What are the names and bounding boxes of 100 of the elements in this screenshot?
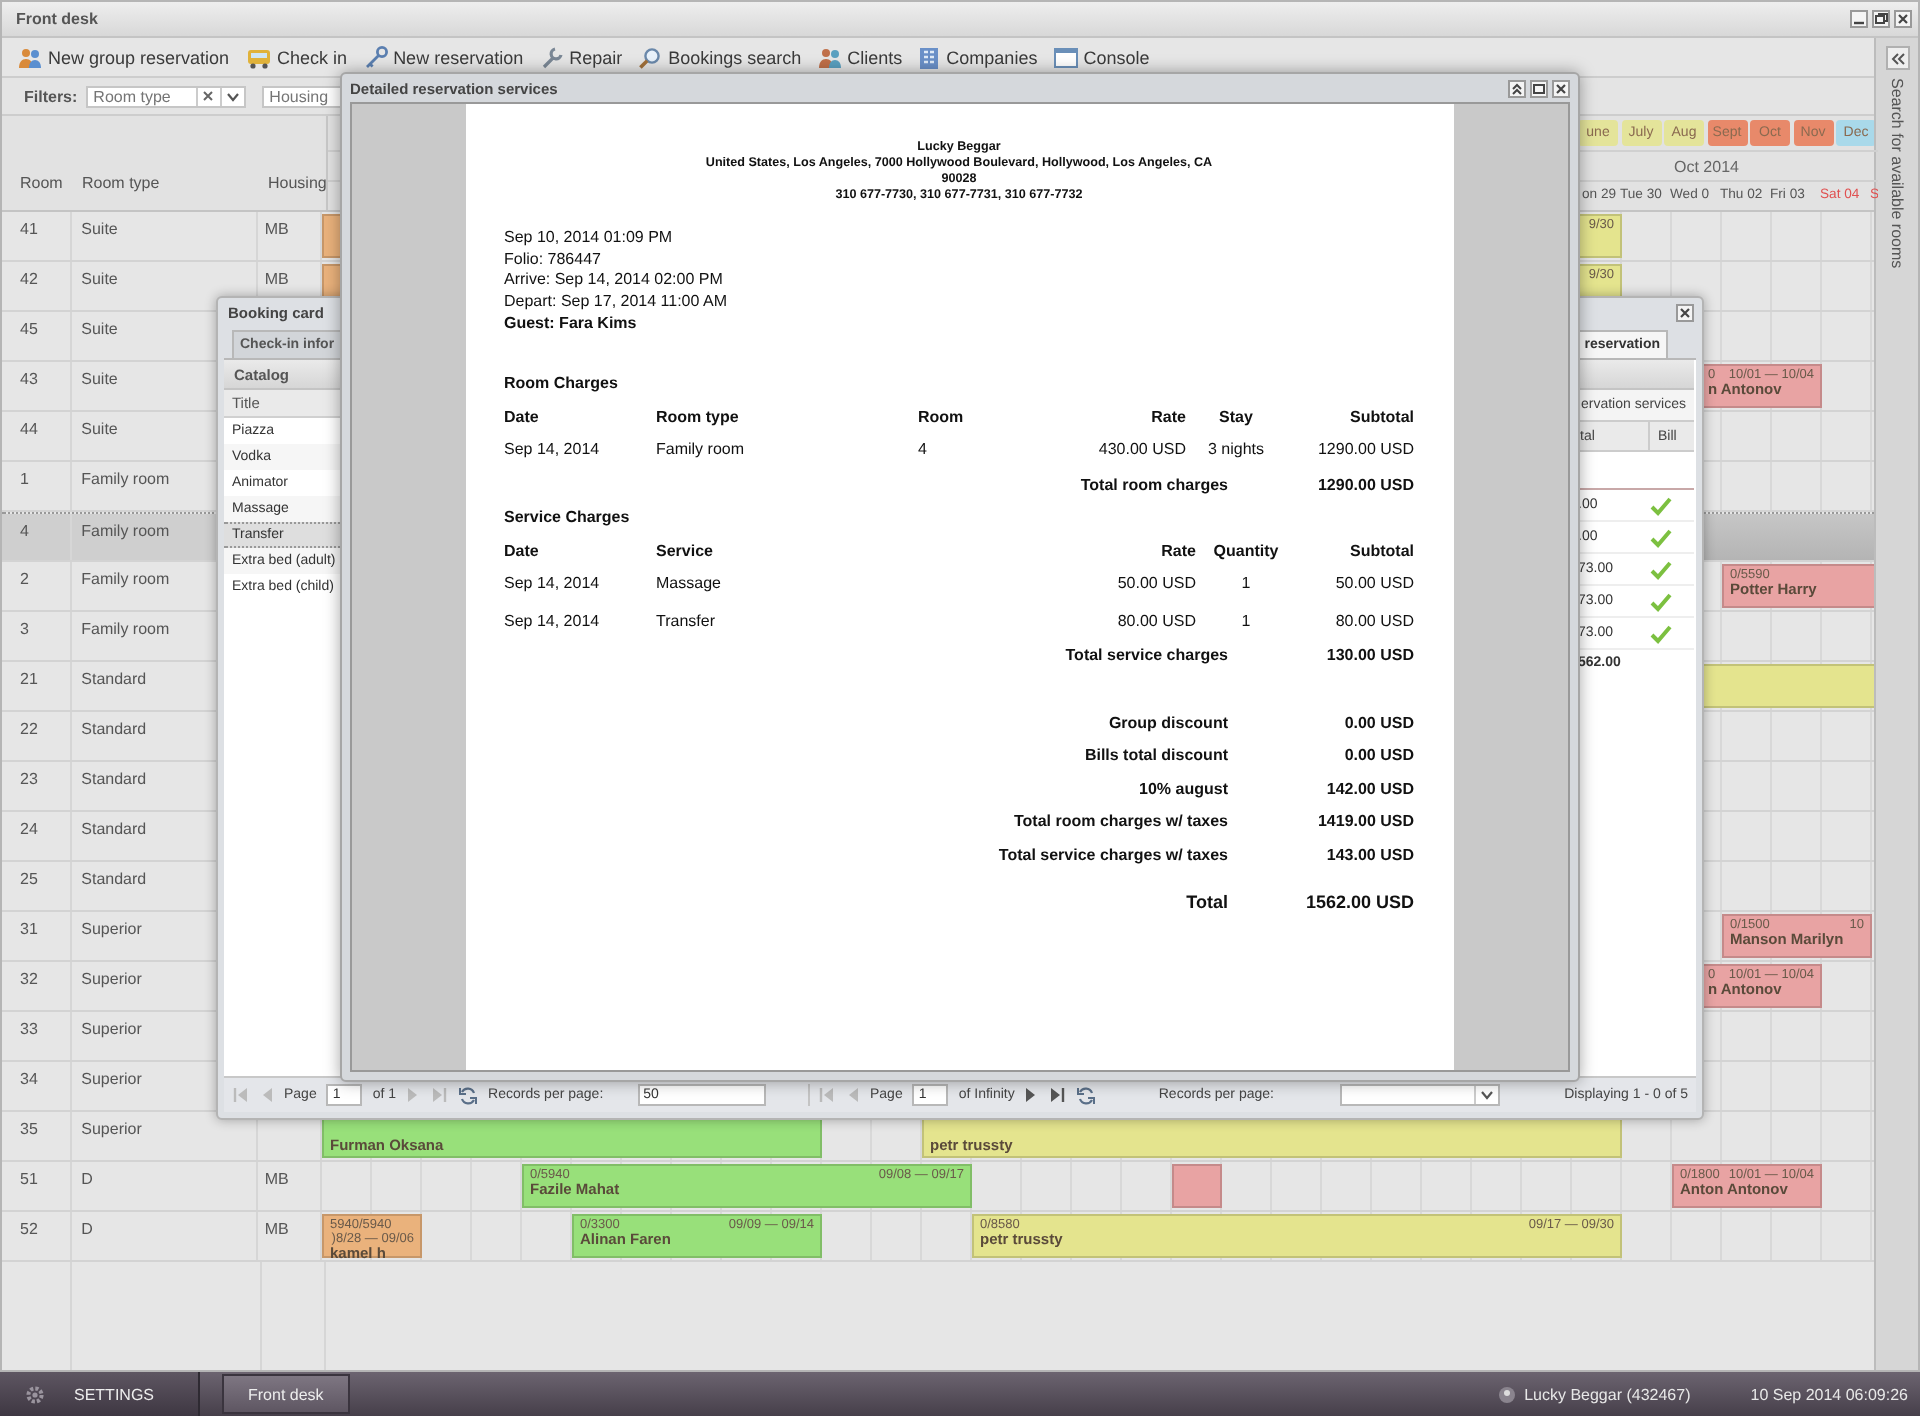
room-number[interactable]: 43: [2, 362, 72, 410]
total-label: Total room charges: [1078, 475, 1228, 493]
toolbar-button[interactable]: Check in: [245, 45, 348, 69]
section-title: Service Charges: [504, 508, 632, 528]
column-header: Stay: [1217, 407, 1255, 425]
room-number[interactable]: 33: [2, 1012, 72, 1060]
room-number[interactable]: 52: [2, 1212, 72, 1260]
settings-button[interactable]: SETTINGS: [0, 1372, 200, 1416]
maximize-icon[interactable]: [1530, 79, 1548, 97]
room-number[interactable]: 25: [2, 862, 72, 910]
folio-info: Arrive: Sep 14, 2014 02:00 PM: [504, 270, 725, 291]
table-cell-text: 1290.00 USD: [1315, 439, 1414, 457]
summary-label: Total service charges w/ taxes: [996, 845, 1228, 863]
table-cell-text: Sep 14, 2014: [504, 611, 602, 629]
folio-info: Sep 10, 2014 01:09 PM: [504, 228, 675, 249]
table-cell-text: Massage: [656, 573, 723, 591]
refresh-icon[interactable]: [1076, 1085, 1097, 1105]
room-number[interactable]: 31: [2, 912, 72, 960]
table-cell-text: 80.00 USD: [1115, 611, 1196, 629]
guest-name: Guest: Fara Kims: [504, 314, 639, 332]
total-value: 1290.00 USD: [1315, 475, 1414, 493]
room-number[interactable]: 51: [2, 1162, 72, 1210]
room-number[interactable]: 22: [2, 712, 72, 760]
summary-value: 0.00 USD: [1342, 713, 1414, 731]
toolbar-button[interactable]: Clients: [817, 45, 903, 69]
room-number[interactable]: 34: [2, 1062, 72, 1110]
table-cell-text: 1: [1239, 573, 1253, 591]
room-type: D: [71, 1162, 259, 1210]
room-number[interactable]: 3: [2, 612, 72, 660]
toolbar-button[interactable]: Repair: [539, 45, 623, 69]
table-cell-text: 80.00 USD: [1333, 611, 1414, 629]
double-chevron-icon: [1889, 51, 1905, 65]
column-header: Rate: [1149, 407, 1186, 425]
expand-button[interactable]: [1885, 46, 1909, 70]
close-icon[interactable]: [1894, 10, 1912, 28]
summary-label: Bills total discount: [1082, 746, 1228, 764]
table-cell-text: Transfer: [656, 611, 717, 629]
room-number[interactable]: 1: [2, 462, 72, 510]
summary-label: Total room charges w/ taxes: [1012, 812, 1228, 830]
close-icon[interactable]: [1676, 303, 1694, 321]
room-number[interactable]: 44: [2, 412, 72, 460]
room-number[interactable]: 4: [2, 514, 72, 560]
next-page-icon[interactable]: [1024, 1086, 1039, 1104]
table-cell-text: 3 nights: [1205, 439, 1267, 457]
window-title: Front desk: [16, 10, 100, 28]
column-header: Quantity: [1211, 541, 1281, 559]
grand-total-value: 1562.00 USD: [1303, 892, 1414, 912]
room-number[interactable]: 35: [2, 1112, 72, 1160]
wrench-icon: [539, 45, 564, 69]
folio-info: Folio: 786447: [504, 249, 603, 270]
restore-icon[interactable]: [1872, 10, 1890, 28]
room-number[interactable]: 21: [2, 662, 72, 710]
table-cell-text: 50.00 USD: [1115, 573, 1196, 591]
caret-icon[interactable]: [225, 91, 240, 101]
column-header: Room: [918, 407, 966, 425]
room-number[interactable]: 42: [2, 262, 72, 310]
close-icon[interactable]: [1552, 79, 1570, 97]
user-name: Lucky Beggar (432467): [1524, 1385, 1691, 1403]
toolbar-button[interactable]: Console: [1053, 45, 1150, 69]
clear-icon[interactable]: [202, 90, 215, 102]
people-icon: [817, 45, 842, 69]
toolbar-button[interactable]: Bookings search: [638, 45, 802, 69]
window-icon: [1053, 45, 1078, 69]
room-number[interactable]: 24: [2, 812, 72, 860]
summary-value: 142.00 USD: [1324, 779, 1414, 797]
last-page-icon[interactable]: [1048, 1086, 1067, 1104]
room-number[interactable]: 41: [2, 212, 72, 260]
month-title: Oct 2014: [1674, 157, 1739, 176]
column-header: Date: [504, 541, 541, 559]
room-number[interactable]: 45: [2, 312, 72, 360]
toolbar-button[interactable]: New group reservation: [18, 45, 230, 69]
search-panel-title[interactable]: Search for available rooms: [1888, 78, 1906, 269]
toolbar-button[interactable]: New reservation: [363, 45, 524, 69]
table-cell-text: 50.00 USD: [1333, 573, 1414, 591]
column-header: Room type: [80, 174, 162, 192]
column-header: Room type: [656, 407, 741, 425]
caret-icon[interactable]: [1479, 1090, 1494, 1100]
people-icon: [18, 45, 42, 69]
room-type: Suite: [71, 212, 259, 260]
summary-value: 1419.00 USD: [1315, 812, 1414, 830]
room-type-combo[interactable]: Room type: [85, 85, 246, 107]
table-cell-text: 4: [918, 439, 929, 457]
refresh-icon[interactable]: [458, 1085, 479, 1105]
clock: 10 Sep 2014 06:09:26: [1750, 1385, 1908, 1403]
toolbar-button[interactable]: Companies: [918, 45, 1038, 69]
summary-label: Group discount: [1106, 713, 1228, 731]
room-number[interactable]: 2: [2, 562, 72, 610]
table-cell-text: Sep 14, 2014: [504, 573, 602, 591]
column-header: Subtotal: [1348, 541, 1414, 559]
room-number[interactable]: 32: [2, 962, 72, 1010]
column-header: Service: [656, 541, 715, 559]
column-header: Date: [504, 407, 541, 425]
collapse-icon[interactable]: [1508, 79, 1526, 97]
room-type: D: [71, 1212, 259, 1260]
folio-info: Depart: Sep 17, 2014 11:00 AM: [504, 291, 729, 312]
minimize-icon[interactable]: [1850, 10, 1868, 28]
summary-value: 143.00 USD: [1324, 845, 1414, 863]
room-number[interactable]: 23: [2, 762, 72, 810]
taskbar-tab[interactable]: Front desk: [222, 1374, 350, 1414]
building-icon: [918, 45, 941, 69]
